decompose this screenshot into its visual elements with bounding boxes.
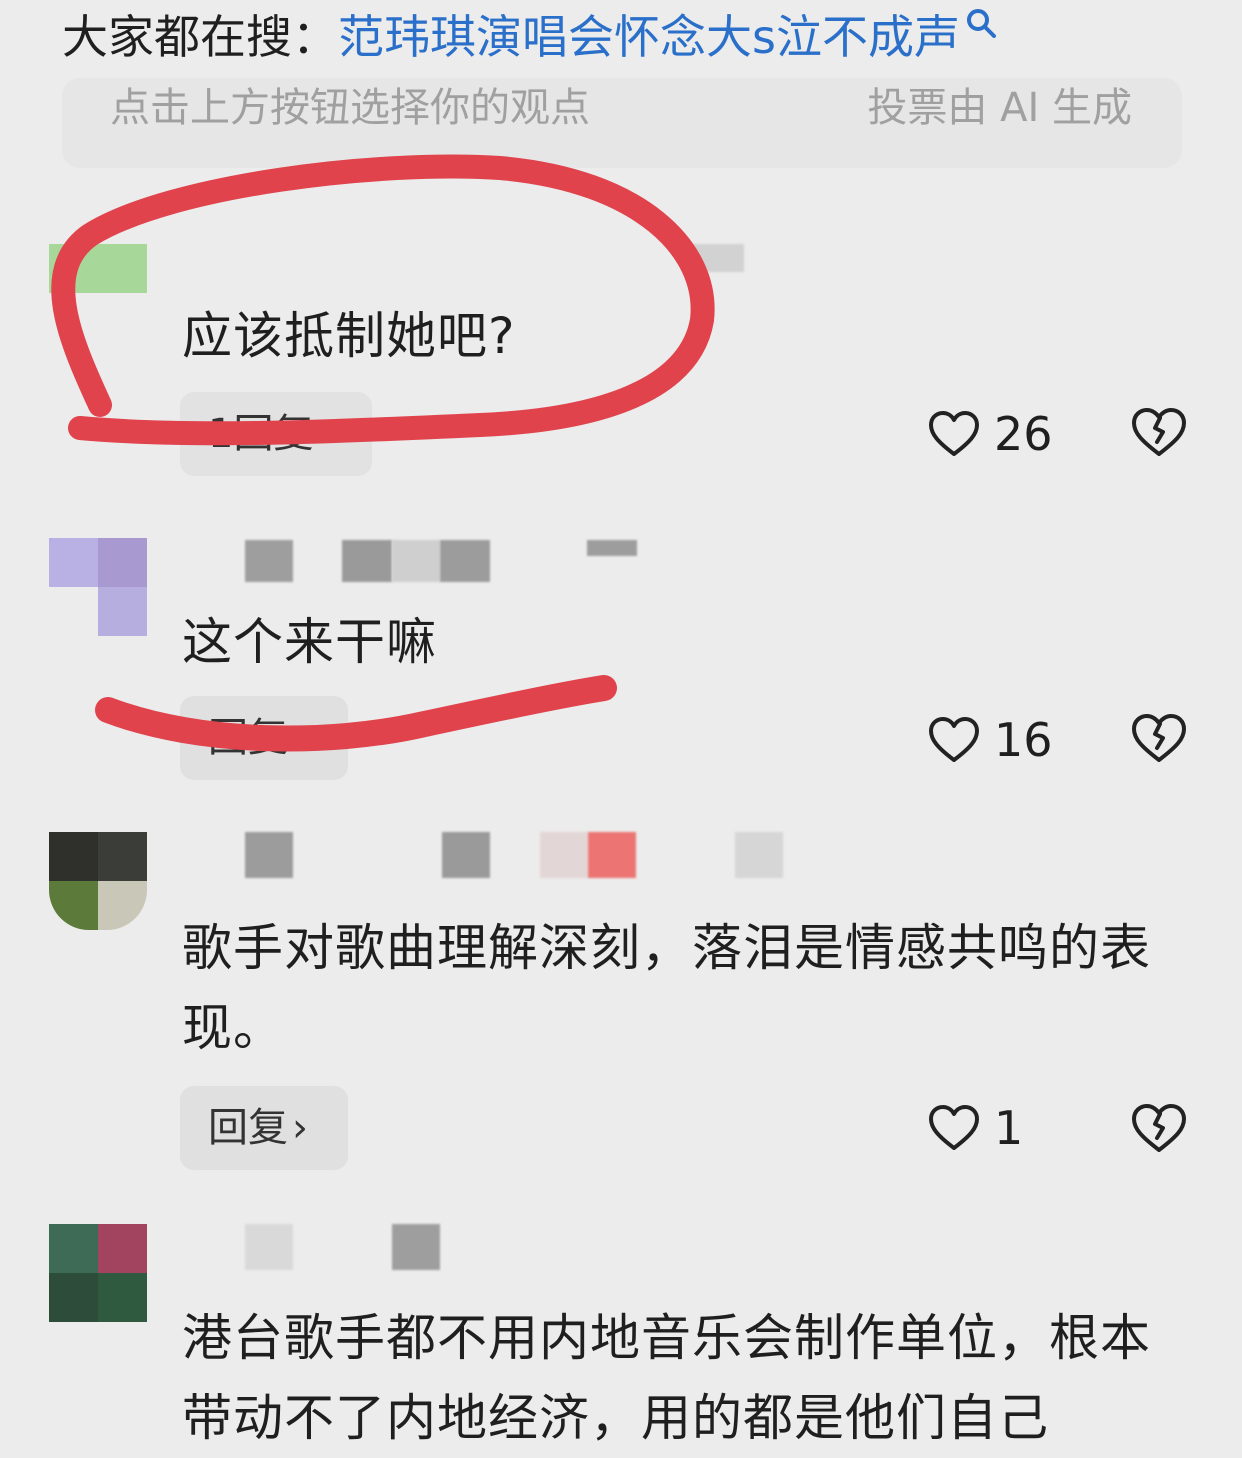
broken-heart-icon[interactable] — [1130, 406, 1188, 458]
chevron-right-icon: › — [292, 715, 308, 761]
avatar-tile — [49, 293, 98, 342]
avatar-tile — [98, 587, 147, 636]
like-button[interactable]: 1 — [928, 1098, 1023, 1158]
comment-text: 应该抵制她吧? — [182, 307, 516, 365]
hot-search-bar[interactable]: 大家都在搜：范玮琪演唱会怀念大s泣不成声 — [62, 4, 1182, 70]
reply-label: 1回复 — [208, 411, 314, 457]
avatar-tile — [49, 587, 98, 636]
like-button[interactable]: 16 — [928, 710, 1053, 770]
avatar-tile — [98, 1273, 147, 1322]
avatar[interactable] — [49, 538, 147, 636]
avatar-tile — [49, 881, 98, 930]
avatar-tile — [98, 538, 147, 587]
avatar[interactable] — [49, 244, 147, 342]
heart-icon — [929, 1105, 979, 1150]
avatar[interactable] — [49, 1224, 147, 1322]
reply-button[interactable]: 回复 › — [180, 696, 348, 780]
avatar-tile — [98, 881, 147, 930]
avatar-tile — [98, 293, 147, 342]
like-count: 16 — [994, 713, 1053, 767]
vote-hint: 点击上方按钮选择你的观点 — [110, 85, 590, 131]
avatar-tile — [49, 1273, 98, 1322]
heart-icon — [929, 411, 979, 456]
avatar-tile — [49, 1224, 98, 1273]
like-button[interactable]: 26 — [928, 404, 1053, 464]
reply-label: 回复 — [208, 715, 288, 761]
avatar-tile — [49, 538, 98, 587]
heart-icon — [929, 717, 979, 762]
hot-search-term[interactable]: 范玮琪演唱会怀念大s泣不成声 — [338, 10, 960, 64]
avatar-tile — [49, 244, 98, 293]
avatar-tile — [98, 1224, 147, 1273]
username-blurred[interactable] — [182, 1224, 652, 1274]
broken-heart-icon[interactable] — [1130, 1102, 1188, 1154]
username-blurred[interactable] — [182, 832, 802, 882]
avatar-tile — [98, 244, 147, 293]
broken-heart-icon[interactable] — [1130, 712, 1188, 764]
like-count: 1 — [994, 1101, 1024, 1155]
hot-search-prefix: 大家都在搜： — [62, 10, 338, 64]
avatar[interactable] — [49, 832, 147, 930]
reply-button[interactable]: 回复 › — [180, 1086, 348, 1170]
reply-button[interactable]: 1回复 — [180, 392, 372, 476]
like-count: 26 — [994, 407, 1053, 461]
comment-text: 歌手对歌曲理解深刻，落泪是情感共鸣的表现。 — [182, 919, 1151, 1057]
chevron-right-icon: › — [292, 1105, 308, 1151]
comment-text: 这个来干嘛 — [182, 613, 437, 671]
vote-ai-note: 投票由 AI 生成 — [867, 85, 1132, 131]
comment-text: 港台歌手都不用内地音乐会制作单位，根本带动不了内地经济，用的都是他们自己 — [182, 1309, 1151, 1447]
avatar-tile — [98, 832, 147, 881]
vote-panel: 点击上方按钮选择你的观点 投票由 AI 生成 — [62, 78, 1182, 168]
reply-label: 回复 — [208, 1105, 288, 1151]
avatar-tile — [49, 832, 98, 881]
search-icon[interactable] — [964, 6, 998, 40]
username-blurred[interactable] — [182, 538, 652, 588]
